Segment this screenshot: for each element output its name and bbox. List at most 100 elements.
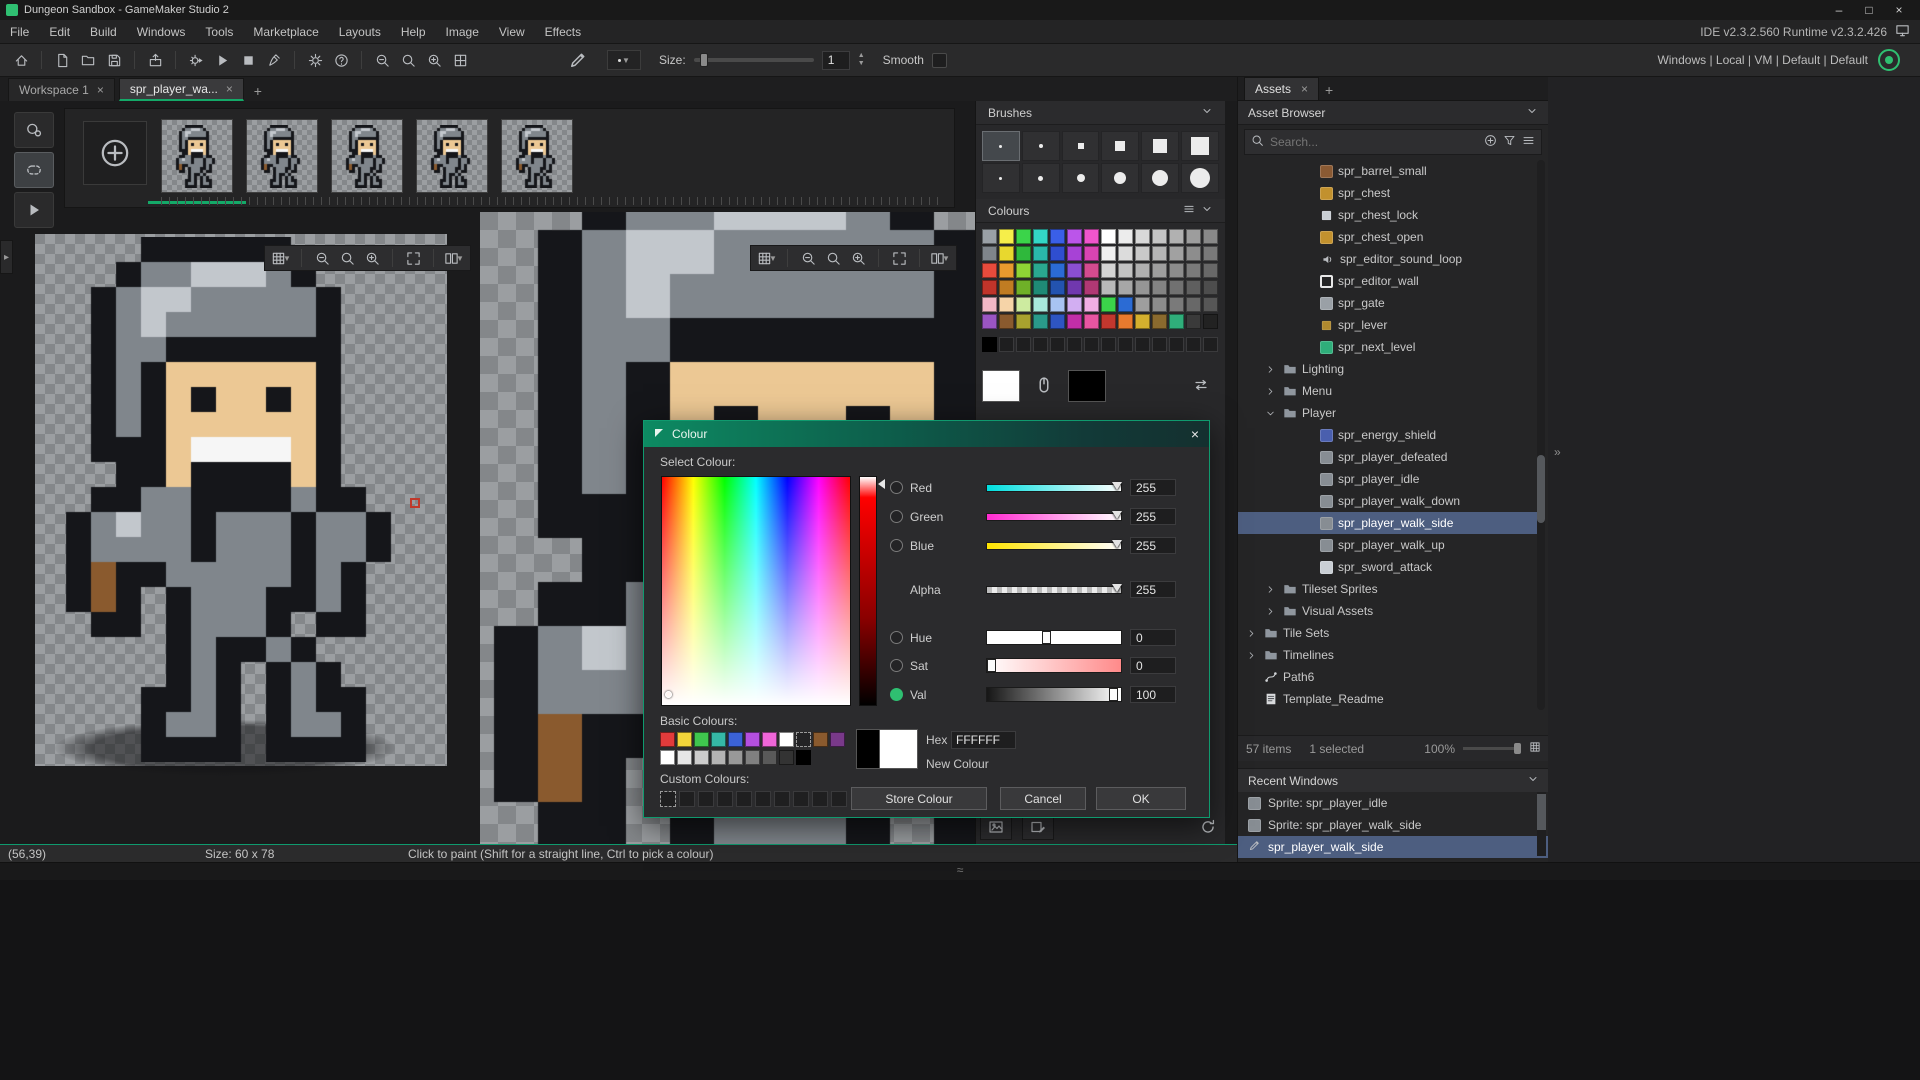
slider-handle[interactable]	[1111, 482, 1122, 490]
palette-swatch[interactable]	[1050, 229, 1065, 244]
menu-build[interactable]: Build	[80, 20, 127, 44]
asset-Player[interactable]: Player	[1238, 402, 1537, 424]
frame-5[interactable]	[501, 119, 573, 193]
recent-spr_player_walk_side[interactable]: spr_player_walk_side	[1238, 836, 1549, 858]
palette-swatch[interactable]	[1203, 314, 1218, 329]
value-strip[interactable]	[859, 476, 885, 706]
size-slider-thumb[interactable]	[699, 53, 708, 67]
palette-swatch[interactable]	[1067, 229, 1082, 244]
asset-Timelines[interactable]: Timelines	[1238, 644, 1537, 666]
basic-colour[interactable]	[711, 750, 726, 765]
asset-spr_player_defeated[interactable]: spr_player_defeated	[1238, 446, 1537, 468]
basic-colour[interactable]	[660, 750, 675, 765]
pencil-tool-icon[interactable]	[563, 47, 593, 73]
close-tab-icon[interactable]: ×	[97, 83, 104, 97]
palette-swatch[interactable]	[1050, 297, 1065, 312]
channel-value-red[interactable]: 255	[1130, 479, 1176, 496]
palette-swatch[interactable]	[1016, 297, 1031, 312]
custom-colour-slot[interactable]	[679, 791, 695, 807]
palette-swatch[interactable]	[982, 229, 997, 244]
menu-image[interactable]: Image	[436, 20, 489, 44]
palette-swatch[interactable]	[1033, 246, 1048, 261]
palette-swatch[interactable]	[1203, 229, 1218, 244]
palette-swatch[interactable]	[1050, 314, 1065, 329]
palette-swatch[interactable]	[1084, 229, 1099, 244]
size-value[interactable]: 1	[821, 50, 850, 70]
search-input[interactable]	[1270, 135, 1478, 149]
palette-swatch[interactable]	[1169, 246, 1184, 261]
palette-swatch[interactable]	[1135, 263, 1150, 278]
palette-swatch[interactable]	[1135, 297, 1150, 312]
frame-3[interactable]	[331, 119, 403, 193]
open-folder-button[interactable]	[75, 48, 101, 73]
asset-spr_chest[interactable]: spr_chest	[1238, 182, 1537, 204]
grid-button[interactable]: ▼	[269, 247, 293, 269]
slider-handle[interactable]	[1109, 688, 1119, 701]
grid-button[interactable]: ▼	[755, 247, 779, 269]
palette-empty-slot[interactable]	[1067, 337, 1082, 352]
asset-spr_player_walk_side[interactable]: spr_player_walk_side	[1238, 512, 1537, 534]
right-colour-swatch[interactable]	[1068, 370, 1106, 402]
asset-spr_lever[interactable]: spr_lever	[1238, 314, 1537, 336]
asset-browser-header[interactable]: Asset Browser	[1238, 101, 1548, 125]
asset-spr_barrel_small[interactable]: spr_barrel_small	[1238, 160, 1537, 182]
channel-slider-green[interactable]	[986, 511, 1122, 521]
basic-colour[interactable]	[830, 732, 845, 747]
close-button[interactable]: ×	[1884, 0, 1914, 20]
channel-value-alpha[interactable]: 255	[1130, 581, 1176, 598]
custom-colour-slot[interactable]	[736, 791, 752, 807]
palette-swatch[interactable]	[1101, 246, 1116, 261]
recent-Sprite: spr_player_walk_side[interactable]: Sprite: spr_player_walk_side	[1238, 814, 1549, 836]
palette-empty-slot[interactable]	[1186, 337, 1201, 352]
palette-swatch[interactable]	[1186, 246, 1201, 261]
asset-spr_player_idle[interactable]: spr_player_idle	[1238, 468, 1537, 490]
maximize-button[interactable]: □	[1854, 0, 1884, 20]
brush-dot-3[interactable]	[982, 131, 1020, 161]
channel-value-val[interactable]: 100	[1130, 686, 1176, 703]
menu-tools[interactable]: Tools	[195, 20, 243, 44]
basic-colour[interactable]	[779, 750, 794, 765]
slider-handle[interactable]	[1042, 631, 1052, 644]
palette-swatch[interactable]	[1084, 297, 1099, 312]
swap-colours-icon[interactable]	[1193, 377, 1209, 396]
channel-radio-blue[interactable]	[890, 539, 903, 552]
asset-spr_chest_open[interactable]: spr_chest_open	[1238, 226, 1537, 248]
chevron-right-icon[interactable]	[1244, 628, 1258, 639]
left-colour-swatch[interactable]	[982, 370, 1020, 402]
asset-Lighting[interactable]: Lighting	[1238, 358, 1537, 380]
palette-swatch[interactable]	[1016, 263, 1031, 278]
channel-value-hue[interactable]: 0	[1130, 629, 1176, 646]
brush-preview-button[interactable]: ▼	[607, 50, 641, 70]
new-file-button[interactable]	[49, 48, 75, 73]
palette-swatch[interactable]	[1050, 263, 1065, 278]
plus-circle-icon[interactable]	[1484, 134, 1497, 150]
palette-empty-slot[interactable]	[1016, 337, 1031, 352]
asset-spr_chest_lock[interactable]: spr_chest_lock	[1238, 204, 1537, 226]
basic-colour[interactable]	[677, 750, 692, 765]
palette-swatch[interactable]	[1135, 246, 1150, 261]
palette-empty-slot[interactable]	[1050, 337, 1065, 352]
export-button[interactable]	[142, 48, 168, 73]
tree-scrollbar[interactable]	[1537, 160, 1545, 710]
chevron-right-icon[interactable]	[1263, 606, 1277, 617]
slider-handle[interactable]	[1111, 584, 1122, 592]
asset-Tile Sets[interactable]: Tile Sets	[1238, 622, 1537, 644]
basic-colour[interactable]	[796, 750, 811, 765]
frame-2[interactable]	[246, 119, 318, 193]
palette-swatch[interactable]	[1152, 229, 1167, 244]
chevron-down-icon[interactable]	[1263, 408, 1277, 419]
brush-dot-3[interactable]	[982, 163, 1020, 193]
palette-swatch[interactable]	[1152, 314, 1167, 329]
tab-assets[interactable]: Assets ×	[1244, 77, 1320, 100]
zoom-out-button[interactable]	[796, 247, 820, 269]
palette-empty-slot[interactable]	[1101, 337, 1116, 352]
palette-empty-slot[interactable]	[999, 337, 1014, 352]
brush-square-18[interactable]	[1181, 131, 1219, 161]
palette-swatch[interactable]	[1101, 263, 1116, 278]
channel-slider-val[interactable]	[986, 687, 1122, 702]
room-grid-button[interactable]	[447, 48, 473, 73]
custom-colour-slot[interactable]	[755, 791, 771, 807]
asset-Template_Readme[interactable]: Template_Readme	[1238, 688, 1537, 710]
basic-colour[interactable]	[694, 732, 709, 747]
expand-panel-icon[interactable]: »	[1554, 445, 1561, 459]
